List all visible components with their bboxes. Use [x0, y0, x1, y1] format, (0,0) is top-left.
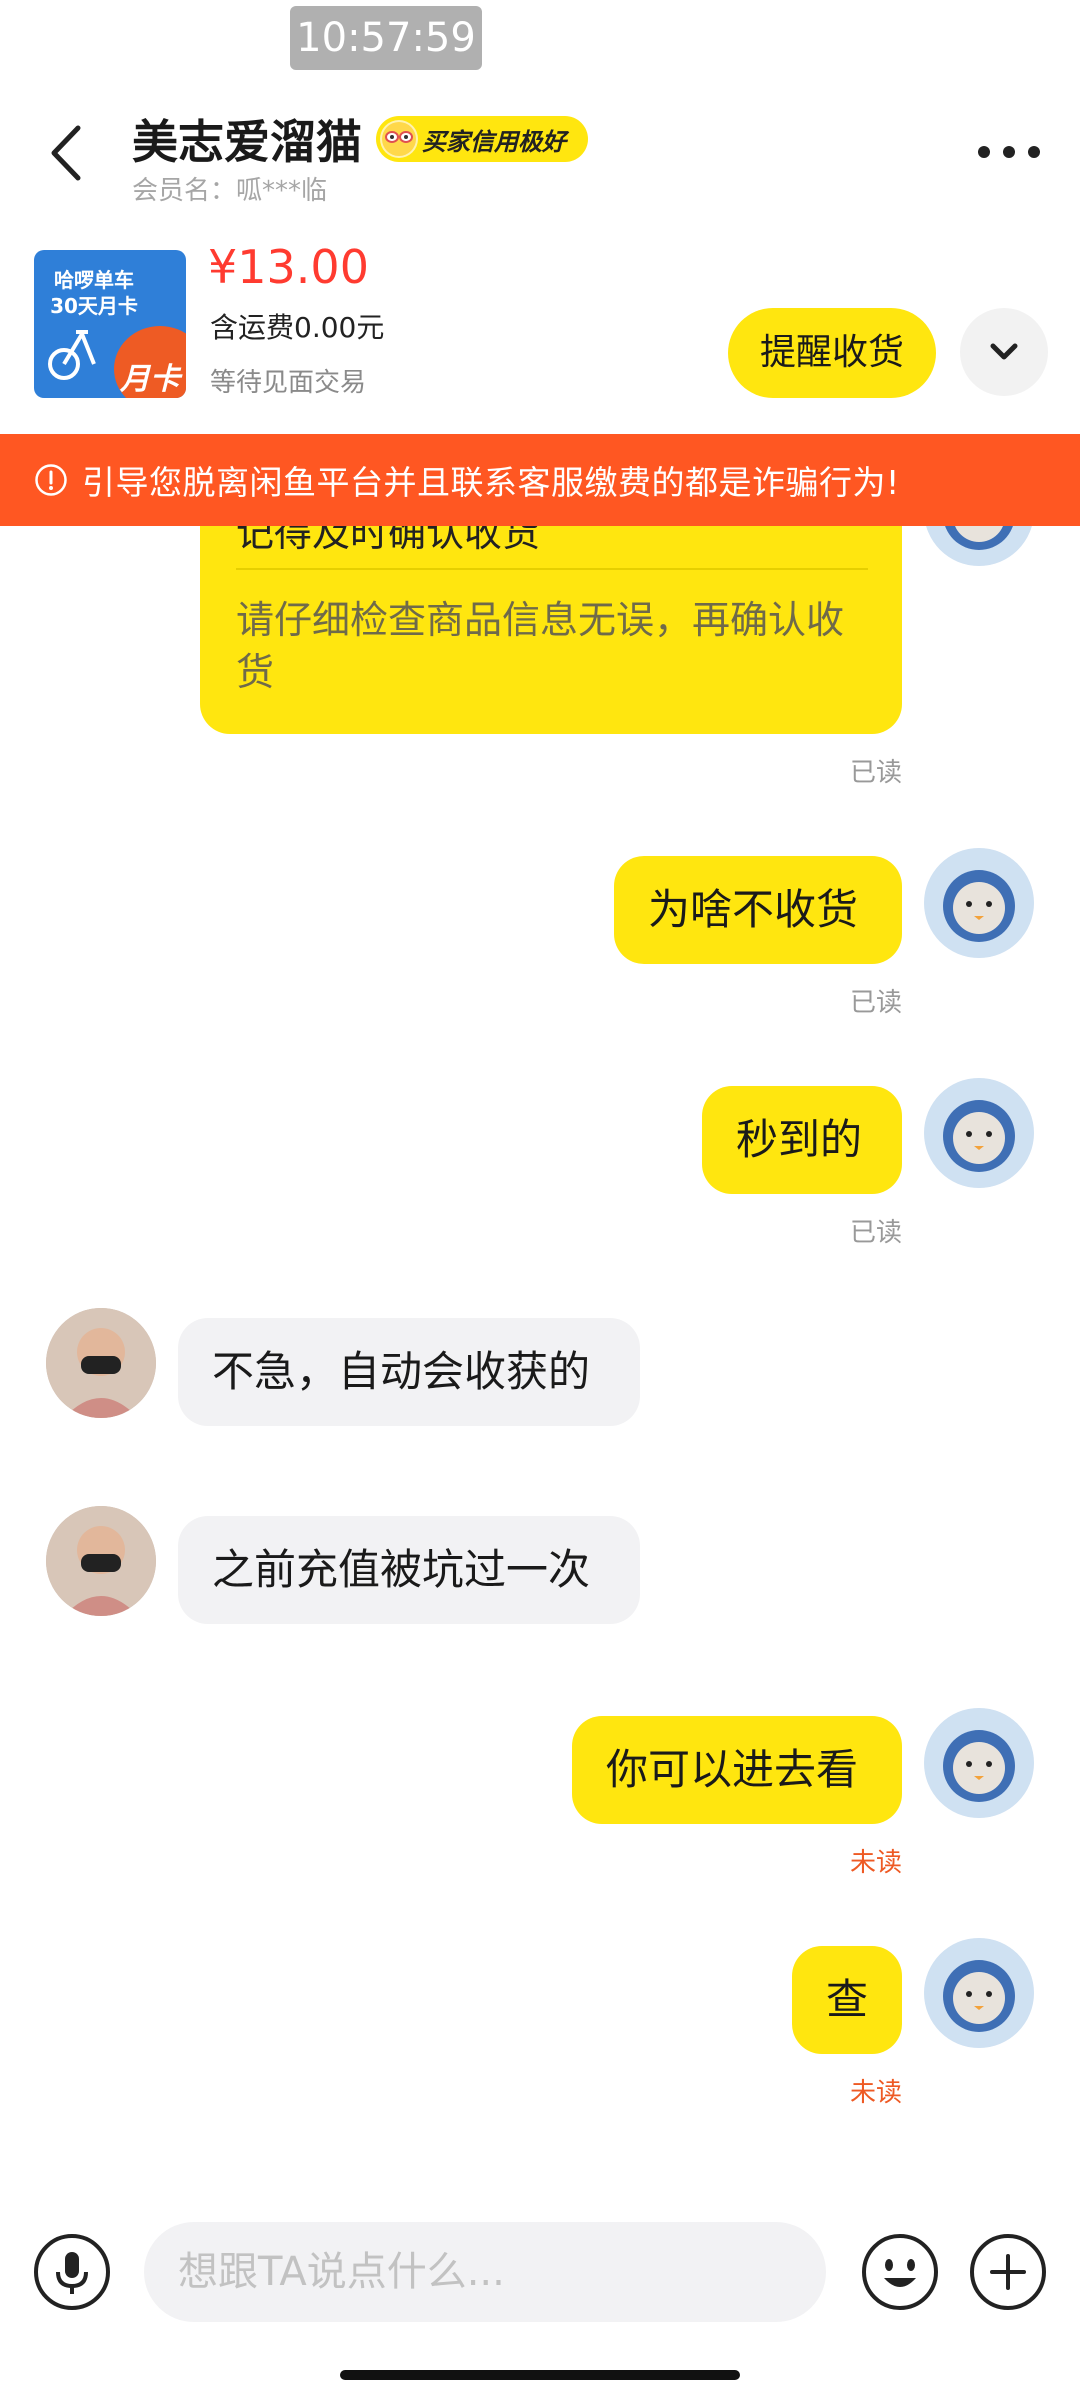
system-card-body: 请仔细检查商品信息无误，再确认收货	[236, 598, 845, 694]
fraud-warning-banner: 引导您脱离闲鱼平台并且联系客服缴费的都是诈骗行为!	[0, 434, 1080, 526]
chat-messages[interactable]: 记得及时确认收货 请仔细检查商品信息无误，再确认收货 已读 为啥不收货 已读 秒…	[0, 526, 1080, 2186]
read-status: 未读	[849, 2078, 902, 2108]
chevron-down-icon	[990, 343, 1018, 360]
thumb-brand: 哈啰单车	[54, 268, 134, 292]
voice-button[interactable]	[32, 2232, 112, 2312]
more-actions-button[interactable]	[968, 2232, 1048, 2312]
cat-avatar-icon	[924, 1078, 1034, 1188]
message-bubble[interactable]: 为啥不收货	[614, 856, 902, 964]
product-price: ¥13.00	[208, 240, 369, 294]
product-thumbnail[interactable]: 哈啰单车 30天月卡 月卡	[34, 250, 186, 398]
shipping-info: 含运费0.00元	[210, 311, 385, 344]
read-status: 已读	[849, 758, 902, 788]
remind-receipt-button[interactable]: 提醒收货	[728, 308, 936, 398]
more-options-button[interactable]	[978, 140, 1040, 164]
confirm-receipt-card[interactable]: 记得及时确认收货 请仔细检查商品信息无误，再确认收货	[200, 526, 902, 734]
read-status: 已读	[849, 988, 902, 1018]
chat-screen: 10:57:59 美志爱溜猫 买家信用极好 会员名：呱***临 哈啰单车 30天…	[0, 0, 1080, 2400]
cat-avatar-icon	[924, 1708, 1034, 1818]
plus-icon	[970, 2234, 1046, 2310]
seller-avatar[interactable]	[46, 1308, 156, 1418]
emoji-icon	[862, 2234, 938, 2310]
member-name: 会员名：呱***临	[132, 176, 328, 206]
order-status: 等待见面交易	[210, 368, 367, 398]
my-avatar[interactable]	[924, 848, 1034, 958]
bicycle-icon	[48, 330, 96, 380]
thumb-tag: 月卡	[120, 362, 180, 397]
message-bubble[interactable]: 不急，自动会收获的	[178, 1318, 640, 1426]
message-bubble[interactable]: 查	[792, 1946, 902, 2054]
warning-text: 引导您脱离闲鱼平台并且联系客服缴费的都是诈骗行为!	[82, 463, 900, 502]
my-avatar[interactable]	[924, 1708, 1034, 1818]
credit-emoji-icon	[380, 120, 418, 158]
my-avatar[interactable]	[924, 1078, 1034, 1188]
message-bubble[interactable]: 秒到的	[702, 1086, 902, 1194]
message-bubble[interactable]: 你可以进去看	[572, 1716, 902, 1824]
my-avatar[interactable]	[924, 1938, 1034, 2048]
alert-circle-icon	[35, 464, 67, 496]
expand-button[interactable]	[960, 308, 1048, 396]
microphone-icon	[34, 2234, 110, 2310]
emoji-button[interactable]	[860, 2232, 940, 2312]
back-button[interactable]	[40, 118, 96, 188]
back-arrow-icon	[51, 125, 81, 181]
screenshot-time: 10:57:59	[290, 6, 482, 70]
my-avatar[interactable]	[924, 526, 1034, 566]
person-avatar-icon	[46, 1506, 156, 1616]
credit-badge-label: 买家信用极好	[422, 127, 566, 156]
message-bubble[interactable]: 之前充值被坑过一次	[178, 1516, 640, 1624]
more-dots-icon	[978, 146, 990, 158]
read-status: 未读	[849, 1848, 902, 1878]
seller-avatar[interactable]	[46, 1506, 156, 1616]
message-input[interactable]	[144, 2222, 826, 2322]
cat-avatar-icon	[926, 526, 1032, 566]
cat-avatar-icon	[924, 848, 1034, 958]
thumb-plan: 30天月卡	[50, 294, 138, 318]
home-indicator[interactable]	[340, 2370, 740, 2380]
credit-badge[interactable]: 买家信用极好	[376, 116, 588, 162]
person-avatar-icon	[46, 1308, 156, 1418]
read-status: 已读	[849, 1218, 902, 1248]
cat-avatar-icon	[924, 1938, 1034, 2048]
system-card-title: 记得及时确认收货	[236, 526, 541, 555]
seller-name[interactable]: 美志爱溜猫	[132, 106, 362, 172]
